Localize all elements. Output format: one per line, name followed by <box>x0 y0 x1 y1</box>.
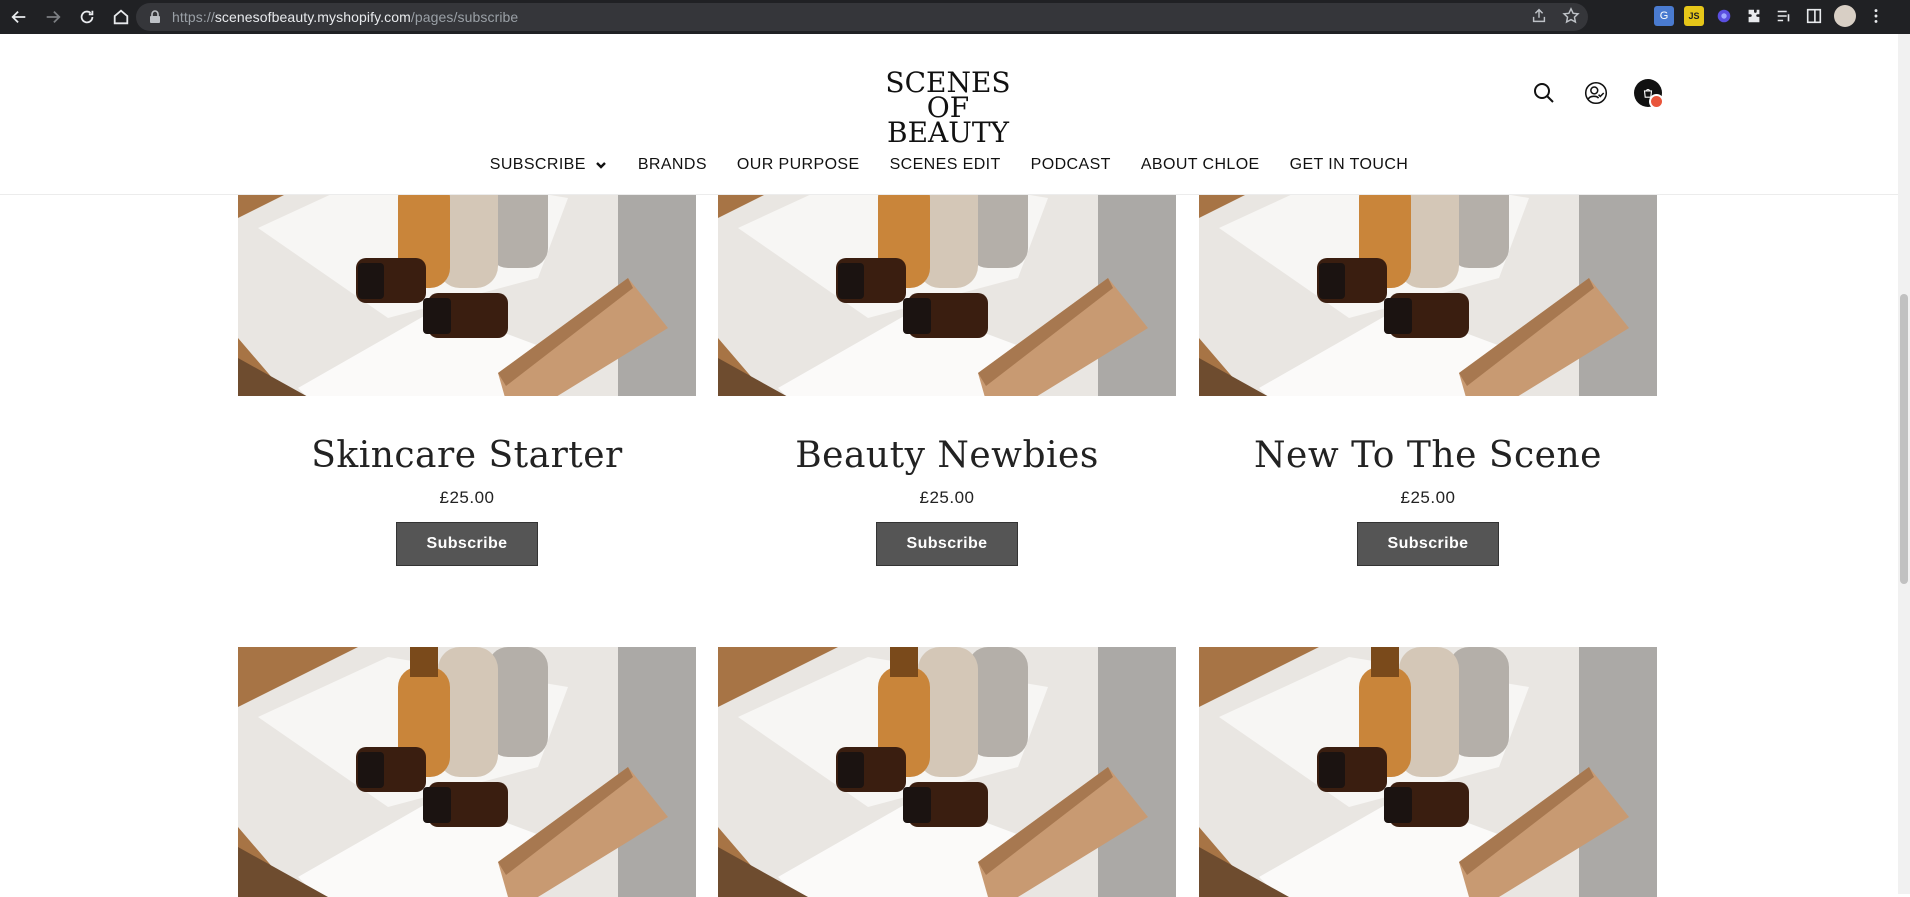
nav-subscribe[interactable]: SUBSCRIBE <box>490 156 608 174</box>
product-image[interactable] <box>1199 647 1657 897</box>
product-image[interactable] <box>718 647 1176 897</box>
product-price: £25.00 <box>1400 488 1456 507</box>
product-price: £25.00 <box>919 488 975 507</box>
product-card <box>238 647 696 897</box>
product-card: New To The Scene £25.00 Subscribe <box>1199 194 1657 566</box>
color-extension-icon[interactable] <box>1714 6 1734 26</box>
product-title[interactable]: Skincare Starter <box>238 432 696 480</box>
nav-get-in-touch[interactable]: GET IN TOUCH <box>1290 156 1409 174</box>
lock-icon <box>150 10 160 23</box>
product-image[interactable] <box>238 194 696 420</box>
js-extension-icon[interactable]: JS <box>1684 6 1704 26</box>
profile-avatar[interactable] <box>1834 5 1856 27</box>
browser-toolbar: https://scenesofbeauty.myshopify.com/pag… <box>0 0 1910 34</box>
subscribe-button[interactable]: Subscribe <box>876 522 1018 566</box>
product-card <box>718 647 1176 897</box>
product-image[interactable] <box>238 647 696 897</box>
forward-arrow-icon[interactable] <box>38 2 68 32</box>
product-card: Beauty Newbies £25.00 Subscribe <box>718 194 1176 566</box>
main-navigation: SUBSCRIBE BRANDS OUR PURPOSE SCENES EDIT… <box>0 156 1898 174</box>
product-card <box>1199 647 1657 897</box>
product-image[interactable] <box>718 194 1176 420</box>
nav-podcast[interactable]: PODCAST <box>1031 156 1111 174</box>
nav-our-purpose[interactable]: OUR PURPOSE <box>737 156 860 174</box>
translate-extension-icon[interactable]: G <box>1654 6 1674 26</box>
cart-badge <box>1649 94 1664 109</box>
cart-icon[interactable] <box>1634 79 1664 109</box>
chevron-down-icon[interactable] <box>594 158 608 172</box>
share-icon[interactable] <box>1530 7 1548 25</box>
menu-kebab-icon[interactable] <box>1866 6 1886 26</box>
home-icon[interactable] <box>106 2 136 32</box>
nav-scenes-edit[interactable]: SCENES EDIT <box>890 156 1001 174</box>
back-arrow-icon[interactable] <box>4 2 34 32</box>
site-header: SCENES OF BEAUTY SUBSCRIBE BRANDS OUR PU… <box>0 34 1898 195</box>
bookmark-star-icon[interactable] <box>1562 7 1580 25</box>
product-title[interactable]: New To The Scene <box>1199 432 1657 480</box>
puzzle-extensions-icon[interactable] <box>1744 6 1764 26</box>
nav-brands[interactable]: BRANDS <box>638 156 707 174</box>
url-text: https://scenesofbeauty.myshopify.com/pag… <box>172 9 519 25</box>
product-image[interactable] <box>1199 194 1657 420</box>
search-icon[interactable] <box>1530 79 1558 107</box>
reload-icon[interactable] <box>72 2 102 32</box>
subscribe-button[interactable]: Subscribe <box>396 522 538 566</box>
product-title[interactable]: Beauty Newbies <box>718 432 1176 480</box>
product-price: £25.00 <box>439 488 495 507</box>
page-scrollbar[interactable] <box>1898 34 1910 894</box>
nav-about-chloe[interactable]: ABOUT CHLOE <box>1141 156 1260 174</box>
address-bar[interactable]: https://scenesofbeauty.myshopify.com/pag… <box>136 3 1588 31</box>
account-icon[interactable] <box>1582 79 1610 107</box>
side-panel-icon[interactable] <box>1804 6 1824 26</box>
scrollbar-thumb[interactable] <box>1900 294 1908 584</box>
reading-list-icon[interactable] <box>1774 6 1794 26</box>
site-logo[interactable]: SCENES OF BEAUTY <box>870 69 1026 147</box>
product-card: Skincare Starter £25.00 Subscribe <box>238 194 696 566</box>
subscribe-button[interactable]: Subscribe <box>1357 522 1499 566</box>
